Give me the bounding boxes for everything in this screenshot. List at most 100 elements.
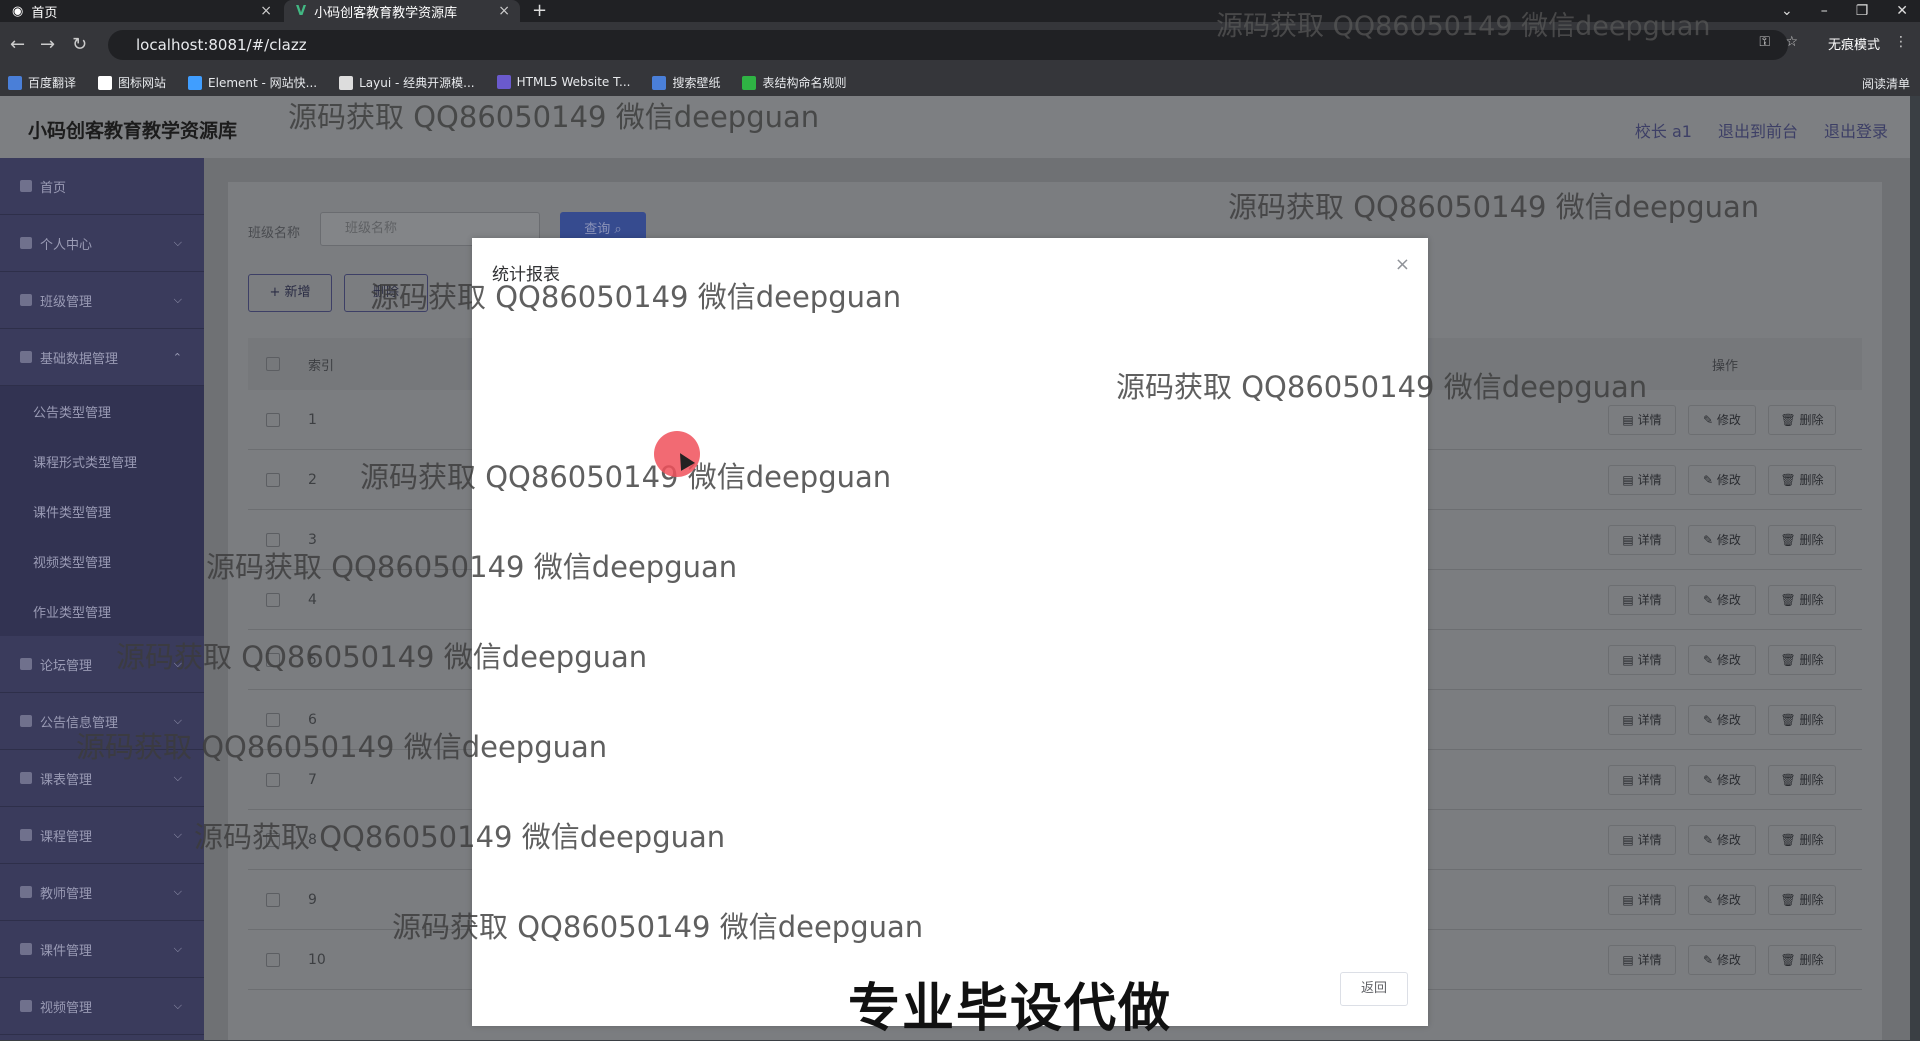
delete-row-button[interactable]: 🗑 删除 bbox=[1768, 584, 1836, 615]
row-actions: ▤ 详情 ✎ 修改 🗑 删除 bbox=[1608, 764, 1836, 795]
row-checkbox[interactable] bbox=[266, 592, 280, 607]
exit-frontend-link[interactable]: 退出到前台 bbox=[1718, 118, 1798, 142]
detail-button[interactable]: ▤ 详情 bbox=[1608, 824, 1676, 855]
edit-button[interactable]: ✎ 修改 bbox=[1688, 644, 1756, 675]
reload-icon[interactable]: ↻ bbox=[72, 34, 87, 55]
edit-button[interactable]: ✎ 修改 bbox=[1688, 944, 1756, 975]
delete-row-button[interactable]: 🗑 删除 bbox=[1768, 944, 1836, 975]
delete-row-button[interactable]: 🗑 删除 bbox=[1768, 464, 1836, 495]
row-checkbox[interactable] bbox=[266, 412, 280, 427]
ops-header: 操作 bbox=[1712, 358, 1739, 374]
submenu-homework-type[interactable]: 作业类型管理 bbox=[0, 586, 204, 636]
row-checkbox[interactable] bbox=[266, 772, 280, 787]
sidebar-item-teacher[interactable]: 教师管理 ⌵ bbox=[0, 864, 204, 921]
edit-button[interactable]: ✎ 修改 bbox=[1688, 584, 1756, 615]
restore-icon[interactable]: ❐ bbox=[1856, 0, 1869, 22]
flag-icon bbox=[20, 772, 32, 784]
tab-app[interactable]: V 小码创客教育教学资源库 × bbox=[284, 0, 520, 22]
close-icon[interactable]: × bbox=[498, 3, 510, 19]
detail-button[interactable]: ▤ 详情 bbox=[1608, 704, 1676, 735]
detail-button[interactable]: ▤ 详情 bbox=[1608, 944, 1676, 975]
detail-button[interactable]: ▤ 详情 bbox=[1608, 404, 1676, 435]
submenu-notice-type[interactable]: 公告类型管理 bbox=[0, 386, 204, 436]
bookmark-item[interactable]: Element - 网站快... bbox=[188, 74, 317, 91]
close-icon[interactable]: × bbox=[1395, 254, 1410, 275]
back-button[interactable]: 返回 bbox=[1340, 972, 1408, 1006]
edit-button[interactable]: ✎ 修改 bbox=[1688, 464, 1756, 495]
list-icon bbox=[20, 886, 32, 898]
select-all-checkbox[interactable] bbox=[266, 357, 280, 371]
sidebar-item-home[interactable]: 首页 bbox=[0, 158, 204, 215]
bookmark-item[interactable]: 搜索壁纸 bbox=[652, 74, 720, 91]
bookmark-item[interactable]: 图标网站 bbox=[98, 74, 166, 91]
delete-row-button[interactable]: 🗑 删除 bbox=[1768, 704, 1836, 735]
edit-button[interactable]: ✎ 修改 bbox=[1688, 824, 1756, 855]
sidebar-item-courseware[interactable]: 课件管理 ⌵ bbox=[0, 921, 204, 978]
chevron-down-icon: ⌵ bbox=[173, 293, 182, 306]
reading-list[interactable]: 阅读清单 bbox=[1862, 75, 1910, 92]
class-icon bbox=[20, 294, 32, 306]
sidebar-item-profile[interactable]: 个人中心 ⌵ bbox=[0, 215, 204, 272]
sidebar-item-notice[interactable]: 公告信息管理 ⌵ bbox=[0, 693, 204, 750]
edit-button[interactable]: ✎ 修改 bbox=[1688, 884, 1756, 915]
row-index: 9 bbox=[308, 891, 317, 908]
add-button[interactable]: + 新增 bbox=[248, 274, 332, 312]
detail-button[interactable]: ▤ 详情 bbox=[1608, 524, 1676, 555]
url-input[interactable]: localhost:8081/#/clazz bbox=[108, 30, 1788, 60]
star-icon[interactable]: ☆ bbox=[1785, 34, 1798, 50]
detail-button[interactable]: ▤ 详情 bbox=[1608, 584, 1676, 615]
row-checkbox[interactable] bbox=[266, 712, 280, 727]
bookmark-item[interactable]: 表结构命名规则 bbox=[742, 74, 846, 91]
edit-button[interactable]: ✎ 修改 bbox=[1688, 524, 1756, 555]
user-role-link[interactable]: 校长 a1 bbox=[1635, 118, 1692, 142]
bookmark-item[interactable]: HTML5 Website T... bbox=[496, 75, 630, 90]
edit-button[interactable]: ✎ 修改 bbox=[1688, 764, 1756, 795]
new-tab-button[interactable]: + bbox=[532, 0, 547, 22]
row-checkbox[interactable] bbox=[266, 532, 280, 547]
submenu-courseware-type[interactable]: 课件类型管理 bbox=[0, 486, 204, 536]
row-checkbox[interactable] bbox=[266, 952, 280, 967]
row-actions: ▤ 详情 ✎ 修改 🗑 删除 bbox=[1608, 824, 1836, 855]
detail-button[interactable]: ▤ 详情 bbox=[1608, 644, 1676, 675]
row-index: 4 bbox=[308, 591, 317, 608]
sidebar-item-basic-data[interactable]: 基础数据管理 ⌃ bbox=[0, 329, 204, 386]
delete-row-button[interactable]: 🗑 删除 bbox=[1768, 404, 1836, 435]
forward-icon[interactable]: → bbox=[40, 34, 55, 55]
minimize-icon[interactable]: – bbox=[1821, 0, 1828, 22]
row-actions: ▤ 详情 ✎ 修改 🗑 删除 bbox=[1608, 704, 1836, 735]
delete-row-button[interactable]: 🗑 删除 bbox=[1768, 884, 1836, 915]
row-checkbox[interactable] bbox=[266, 472, 280, 487]
row-checkbox[interactable] bbox=[266, 652, 280, 667]
back-icon[interactable]: ← bbox=[10, 34, 25, 55]
bookmark-item[interactable]: Layui - 经典开源模... bbox=[339, 74, 475, 91]
edit-button[interactable]: ✎ 修改 bbox=[1688, 704, 1756, 735]
delete-row-button[interactable]: 🗑 删除 bbox=[1768, 644, 1836, 675]
tab-home[interactable]: ◉ 首页 × bbox=[0, 0, 282, 22]
row-actions: ▤ 详情 ✎ 修改 🗑 删除 bbox=[1608, 464, 1836, 495]
menu-dots-icon[interactable]: ⋮ bbox=[1894, 34, 1908, 50]
delete-row-button[interactable]: 🗑 删除 bbox=[1768, 524, 1836, 555]
logout-link[interactable]: 退出登录 bbox=[1824, 118, 1888, 142]
row-checkbox[interactable] bbox=[266, 892, 280, 907]
close-icon[interactable]: × bbox=[260, 3, 272, 19]
delete-row-button[interactable]: 🗑 删除 bbox=[1768, 764, 1836, 795]
bookmark-item[interactable]: 百度翻译 bbox=[8, 74, 76, 91]
sidebar-item-schedule[interactable]: 课表管理 ⌵ bbox=[0, 750, 204, 807]
incognito-badge[interactable]: 无痕模式 bbox=[1828, 34, 1880, 53]
row-checkbox[interactable] bbox=[266, 832, 280, 847]
detail-button[interactable]: ▤ 详情 bbox=[1608, 884, 1676, 915]
sidebar-item-forum[interactable]: 论坛管理 ⌵ bbox=[0, 636, 204, 693]
sidebar-item-video[interactable]: 视频管理 ⌵ bbox=[0, 978, 204, 1035]
sidebar-item-class[interactable]: 班级管理 ⌵ bbox=[0, 272, 204, 329]
submenu-course-form-type[interactable]: 课程形式类型管理 bbox=[0, 436, 204, 486]
sidebar-item-course[interactable]: 课程管理 ⌵ bbox=[0, 807, 204, 864]
close-window-icon[interactable]: ✕ bbox=[1896, 0, 1908, 22]
edit-button[interactable]: ✎ 修改 bbox=[1688, 404, 1756, 435]
chevron-down-icon[interactable]: ⌄ bbox=[1781, 0, 1793, 22]
delete-row-button[interactable]: 🗑 删除 bbox=[1768, 824, 1836, 855]
detail-button[interactable]: ▤ 详情 bbox=[1608, 464, 1676, 495]
key-icon[interactable]: ⚿ bbox=[1759, 34, 1770, 50]
detail-button[interactable]: ▤ 详情 bbox=[1608, 764, 1676, 795]
delete-button[interactable]: 删除 bbox=[344, 274, 428, 312]
submenu-video-type[interactable]: 视频类型管理 bbox=[0, 536, 204, 586]
